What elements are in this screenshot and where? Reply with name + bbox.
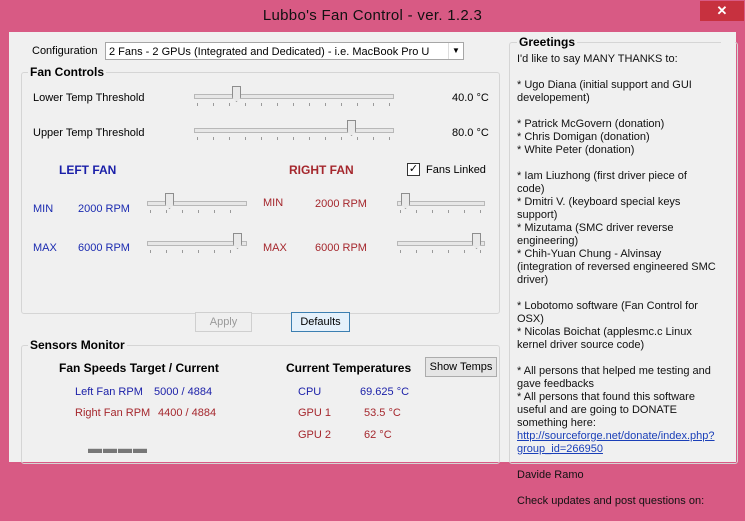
greetings-p5b: * All persons that found this software u… — [517, 391, 695, 429]
configuration-label: Configuration — [32, 45, 98, 57]
greetings-text: I'd like to say MANY THANKS to: * Ugo Di… — [517, 53, 717, 521]
upper-threshold-label: Upper Temp Threshold — [33, 127, 145, 139]
fan-indicator-dashes: ▬▬▬▬ — [88, 440, 148, 456]
right-max-value: 6000 RPM — [315, 242, 367, 254]
left-max-label: MAX — [33, 242, 57, 254]
fans-linked-label: Fans Linked — [426, 164, 486, 176]
left-max-thumb[interactable] — [233, 233, 242, 249]
cpu-label: CPU — [298, 386, 322, 398]
greetings-p2a: * Patrick McGovern (donation) — [517, 118, 665, 130]
configuration-dropdown[interactable]: 2 Fans - 2 GPUs (Integrated and Dedicate… — [105, 42, 464, 60]
greetings-p3b: * Dmitri V. (keyboard special keys suppo… — [517, 196, 681, 221]
left-max-slider[interactable] — [147, 232, 247, 256]
fan-controls-title: Fan Controls — [28, 65, 106, 79]
configuration-selected: 2 Fans - 2 GPUs (Integrated and Dedicate… — [109, 46, 430, 58]
greetings-intro: I'd like to say MANY THANKS to: — [517, 53, 678, 65]
lower-threshold-value: 40.0 °C — [452, 92, 489, 104]
temps-header: Current Temperatures — [286, 361, 412, 375]
left-min-label: MIN — [33, 203, 54, 215]
right-min-value: 2000 RPM — [315, 198, 367, 210]
greetings-author: Davide Ramo — [517, 469, 584, 481]
show-temps-button[interactable]: Show Temps — [425, 357, 497, 377]
right-min-label: MIN — [263, 197, 284, 209]
right-fan-rpm-label: Right Fan RPM — [75, 407, 151, 419]
gpu2-temp-value: 62 °C — [364, 429, 392, 441]
right-min-thumb[interactable] — [401, 193, 410, 209]
title-bar: Lubbo's Fan Control - ver. 1.2.3 ✕ — [0, 0, 745, 32]
lower-threshold-label: Lower Temp Threshold — [33, 92, 145, 104]
lower-threshold-thumb[interactable] — [232, 86, 241, 102]
left-min-thumb[interactable] — [165, 193, 174, 209]
left-fan-heading: LEFT FAN — [59, 163, 117, 177]
left-min-value: 2000 RPM — [78, 203, 130, 215]
right-max-slider[interactable] — [397, 232, 485, 256]
greetings-p1: * Ugo Diana (initial support and GUI dev… — [517, 79, 692, 104]
greetings-scrollbar[interactable] — [721, 42, 735, 462]
chevron-down-icon[interactable]: ▼ — [448, 43, 463, 59]
apply-button[interactable]: Apply — [195, 312, 252, 332]
sensors-monitor-title: Sensors Monitor — [28, 338, 127, 352]
upper-threshold-value: 80.0 °C — [452, 127, 489, 139]
greetings-p3a: * Iam Liuzhong (first driver piece of co… — [517, 170, 687, 195]
upper-threshold-slider[interactable] — [194, 119, 394, 143]
window-title: Lubbo's Fan Control - ver. 1.2.3 — [262, 7, 483, 24]
left-min-slider[interactable] — [147, 192, 247, 216]
upper-threshold-thumb[interactable] — [347, 120, 356, 136]
defaults-button[interactable]: Defaults — [291, 312, 350, 332]
greetings-p2b: * Chris Domigan (donation) — [517, 131, 650, 143]
greetings-p4b: * Nicolas Boichat (applesmc.c Linux kern… — [517, 326, 692, 351]
greetings-p3c: * Mizutama (SMC driver reverse engineeri… — [517, 222, 674, 247]
greetings-p3d: * Chih-Yuan Chung - Alvinsay (integratio… — [517, 248, 716, 286]
left-max-value: 6000 RPM — [78, 242, 130, 254]
main-window: Configuration 2 Fans - 2 GPUs (Integrate… — [9, 32, 738, 507]
greetings-p4a: * Lobotomo software (Fan Control for OSX… — [517, 300, 698, 325]
fans-linked-checkbox[interactable]: ✓ — [407, 163, 420, 176]
right-fan-heading: RIGHT FAN — [289, 163, 354, 177]
greetings-p5a: * All persons that helped me testing and… — [517, 365, 711, 390]
right-max-thumb[interactable] — [472, 233, 481, 249]
gpu1-label: GPU 1 — [298, 407, 332, 419]
close-button[interactable]: ✕ — [700, 1, 744, 21]
lower-threshold-slider[interactable] — [194, 85, 394, 109]
left-fan-rpm-value: 5000 / 4884 — [154, 386, 213, 398]
right-fan-rpm-value: 4400 / 4884 — [158, 407, 217, 419]
greetings-p2c: * White Peter (donation) — [517, 144, 635, 156]
gpu2-label: GPU 2 — [298, 429, 332, 441]
left-fan-rpm-label: Left Fan RPM — [75, 386, 143, 398]
gpu1-temp-value: 53.5 °C — [364, 407, 401, 419]
right-max-label: MAX — [263, 242, 287, 254]
greetings-title: Greetings — [517, 35, 578, 49]
fan-speeds-header: Fan Speeds Target / Current — [59, 361, 219, 375]
right-min-slider[interactable] — [397, 192, 485, 216]
cpu-temp-value: 69.625 °C — [360, 386, 410, 398]
greetings-footer: Check updates and post questions on: — [517, 495, 705, 507]
donate-link[interactable]: http://sourceforge.net/donate/index.php?… — [517, 430, 715, 455]
